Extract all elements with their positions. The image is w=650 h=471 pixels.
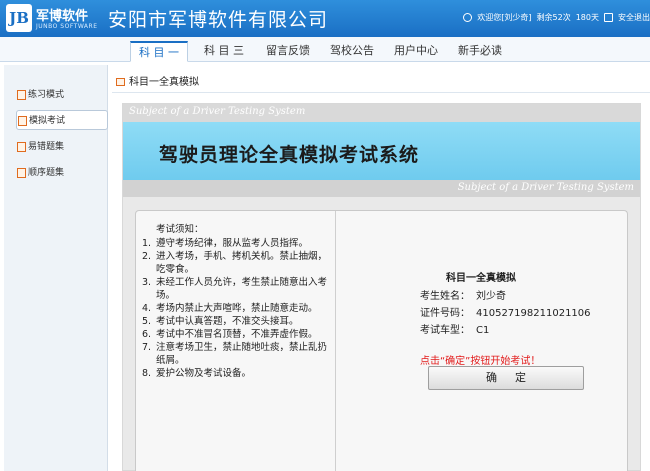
breadcrumb: 科目一全真模拟 <box>116 73 199 88</box>
notice-text: 注意考场卫生，禁止随地吐痰，禁止乱扔纸屑。 <box>156 342 328 366</box>
remaining-count: 剩余52次 <box>536 13 571 22</box>
sidebar-item-practice[interactable]: 练习模式 <box>16 85 102 105</box>
exam-title: 科目一全真模拟 <box>446 273 516 284</box>
system-strip-bottom: Subject of a Driver Testing System <box>123 180 640 197</box>
exam-notice: 考试须知： 1. 遵守考场纪律，服从监考人员指挥。 2. 进入考场，手机、拷机关机。… <box>142 223 332 380</box>
sidebar-item-label: 易错题集 <box>28 142 65 152</box>
notice-text: 爱护公物及考试设备。 <box>156 368 252 379</box>
sidebar-item-label: 模拟考试 <box>29 116 66 126</box>
notice-item: 7. 注意考场卫生，禁止随地吐痰，禁止乱扔纸屑。 <box>142 341 332 367</box>
app-header: JB 军博软件 JUNBO SOFTWARE 安阳市军博软件有限公司 欢迎您[刘… <box>0 0 650 37</box>
system-title: 驾驶员理论全真模拟考试系统 <box>159 144 420 166</box>
notice-item: 4. 考场内禁止大声喧哗，禁止随意走动。 <box>142 302 332 315</box>
candidate-id-row: 证件号码： 410527198211021106 <box>420 304 591 319</box>
tab-school-notice[interactable]: 驾校公告 <box>324 41 380 62</box>
notice-number: 1. <box>142 238 152 249</box>
tab-newbie-guide[interactable]: 新手必读 <box>452 41 508 62</box>
candidate-name-label: 考生姓名： <box>420 291 470 302</box>
breadcrumb-label: 科目一全真模拟 <box>129 77 199 88</box>
sidebar-item-label: 顺序题集 <box>28 168 65 178</box>
user-icon <box>463 13 473 22</box>
notice-number: 8. <box>142 368 152 379</box>
sidebar-item-mock-exam[interactable]: 模拟考试 <box>16 110 108 130</box>
candidate-id-label: 证件号码： <box>420 308 470 319</box>
tab-subject-one[interactable]: 科 目 一 <box>130 41 188 62</box>
sidebar-item-label: 练习模式 <box>28 90 65 100</box>
candidate-name-row: 考生姓名： 刘少奇 <box>420 287 506 302</box>
tab-feedback[interactable]: 留言反馈 <box>260 41 316 62</box>
sidebar-item-sequential[interactable]: 顺序题集 <box>16 163 102 183</box>
candidate-name: 刘少奇 <box>476 291 506 302</box>
sidebar: 练习模式 模拟考试 易错题集 顺序题集 <box>4 65 108 471</box>
vehicle-type: C1 <box>476 325 490 336</box>
main-nav: 科 目 一 科 目 三 留言反馈 驾校公告 用户中心 新手必读 <box>0 37 650 62</box>
exam-panel: Subject of a Driver Testing System 驾驶员理论… <box>122 103 641 471</box>
days-left: 180天 <box>575 13 599 22</box>
notice-title: 考试须知： <box>156 224 204 235</box>
tab-subject-three[interactable]: 科 目 三 <box>196 41 252 62</box>
notice-number: 3. <box>142 277 152 288</box>
practice-icon <box>17 90 26 100</box>
notice-number: 5. <box>142 316 152 327</box>
logo-name: 军博软件 <box>36 9 89 24</box>
notice-text: 进入考场，手机、拷机关机。禁止抽烟，吃零食。 <box>156 251 328 275</box>
notice-item: 2. 进入考场，手机、拷机关机。禁止抽烟，吃零食。 <box>142 250 332 276</box>
exam-info-box: 考试须知： 1. 遵守考场纪律，服从监考人员指挥。 2. 进入考场，手机、拷机关机。… <box>135 210 628 471</box>
logo: JB 军博软件 JUNBO SOFTWARE <box>6 4 98 34</box>
tab-user-center[interactable]: 用户中心 <box>388 41 444 62</box>
notice-number: 7. <box>142 342 152 353</box>
notice-text: 遵守考场纪律，服从监考人员指挥。 <box>156 238 309 249</box>
notice-text: 考场内禁止大声喧哗，禁止随意走动。 <box>156 303 318 314</box>
logo-mark: JB <box>6 4 32 32</box>
system-subtitle-bottom: Subject of a Driver Testing System <box>457 182 634 193</box>
notice-item: 3. 未经工作人员允许，考生禁止随意出入考场。 <box>142 276 332 302</box>
logout-icon[interactable] <box>604 13 613 22</box>
sidebar-item-error-prone[interactable]: 易错题集 <box>16 137 102 157</box>
notice-text: 未经工作人员允许，考生禁止随意出入考场。 <box>156 277 328 301</box>
confirm-button[interactable]: 确定 <box>428 366 584 390</box>
breadcrumb-icon <box>116 78 125 86</box>
vehicle-type-label: 考试车型： <box>420 325 470 336</box>
notice-item: 5. 考试中认真答题，不准交头接耳。 <box>142 315 332 328</box>
start-tip: 点击“确定”按钮开始考试！ <box>420 356 541 367</box>
vehicle-type-row: 考试车型： C1 <box>420 321 489 336</box>
notice-number: 6. <box>142 329 152 340</box>
notice-number: 4. <box>142 303 152 314</box>
sequence-set-icon <box>17 168 26 178</box>
system-strip-top: Subject of a Driver Testing System <box>123 104 640 122</box>
welcome-text: 欢迎您[刘少奇] <box>477 13 532 22</box>
system-banner: 驾驶员理论全真模拟考试系统 <box>123 122 640 180</box>
company-name: 安阳市军博软件有限公司 <box>108 9 329 31</box>
system-subtitle-top: Subject of a Driver Testing System <box>129 106 306 117</box>
notice-text: 考试中认真答题，不准交头接耳。 <box>156 316 299 327</box>
divider <box>112 92 650 93</box>
user-status: 欢迎您[刘少奇] 剩余52次 180天 安全退出 <box>463 12 650 23</box>
notice-text: 考试中不准冒名顶替，不准弄虚作假。 <box>156 329 318 340</box>
candidate-info: 科目一全真模拟 考生姓名： 刘少奇 证件号码： 410527198211021106… <box>336 211 629 471</box>
exam-icon <box>18 116 27 126</box>
candidate-id: 410527198211021106 <box>476 308 591 319</box>
logout-link[interactable]: 安全退出 <box>618 12 650 23</box>
logo-subtitle: JUNBO SOFTWARE <box>36 23 98 30</box>
notice-item: 8. 爱护公物及考试设备。 <box>142 367 332 380</box>
error-set-icon <box>17 142 26 152</box>
notice-number: 2. <box>142 251 152 262</box>
notice-item: 6. 考试中不准冒名顶替，不准弄虚作假。 <box>142 328 332 341</box>
notice-item: 1. 遵守考场纪律，服从监考人员指挥。 <box>142 237 332 250</box>
